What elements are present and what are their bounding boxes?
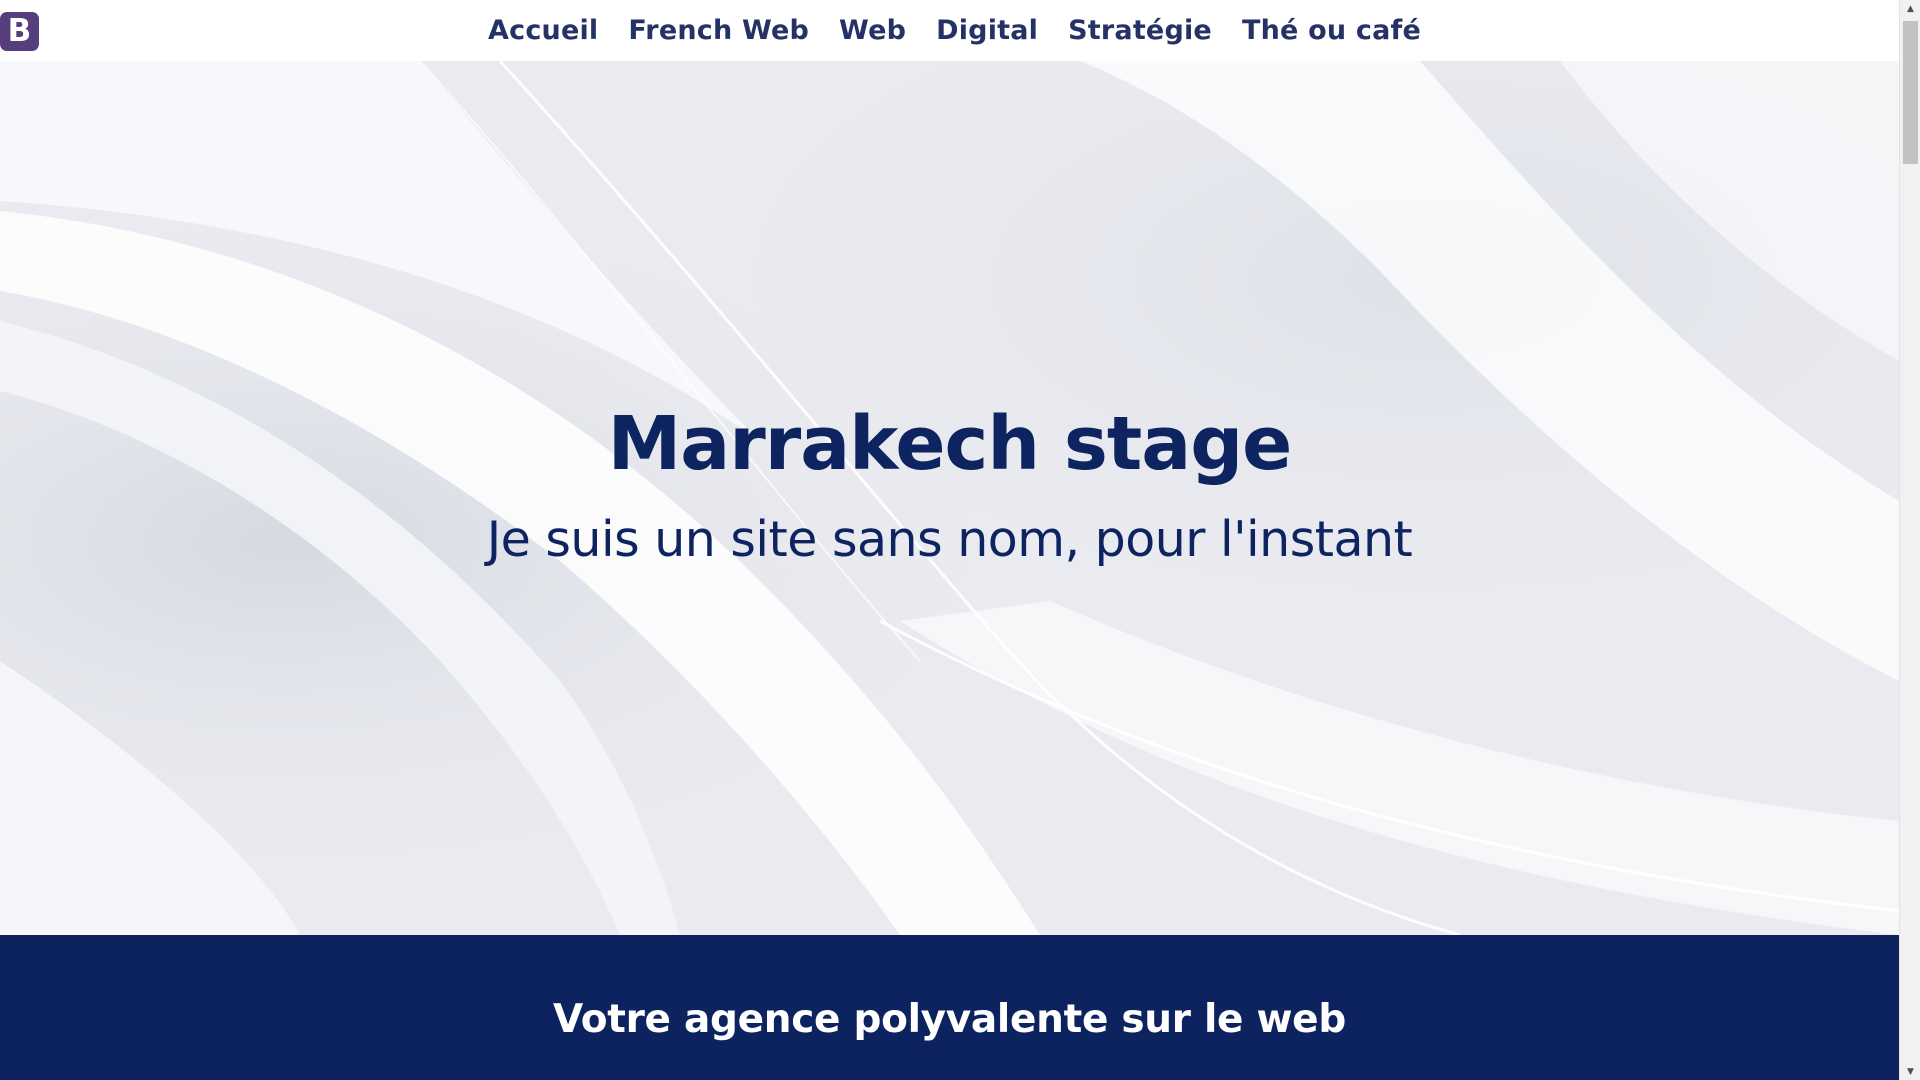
scroll-down-icon[interactable]: ▼ <box>1900 1063 1920 1080</box>
agency-section: Votre agence polyvalente sur le web <box>0 935 1899 1080</box>
scrollbar-thumb[interactable] <box>1903 21 1918 164</box>
vertical-scrollbar[interactable]: ▲ ▼ <box>1899 0 1920 1080</box>
page-viewport: B Accueil French Web Web Digital Stratég… <box>0 0 1899 1080</box>
hero-subtitle: Je suis un site sans nom, pour l'instant <box>486 511 1413 568</box>
hero-section: Marrakech stage Je suis un site sans nom… <box>0 61 1899 935</box>
navbar: B Accueil French Web Web Digital Stratég… <box>0 0 1899 61</box>
scroll-up-icon[interactable]: ▲ <box>1900 0 1920 17</box>
nav-item-the-ou-cafe[interactable]: Thé ou café <box>1227 15 1436 46</box>
nav-item-accueil[interactable]: Accueil <box>473 15 613 46</box>
nav-item-web[interactable]: Web <box>824 15 921 46</box>
nav-item-french-web[interactable]: French Web <box>613 15 824 46</box>
hero-title: Marrakech stage <box>607 401 1293 487</box>
main-nav: Accueil French Web Web Digital Stratégie… <box>0 0 1899 61</box>
nav-item-digital[interactable]: Digital <box>921 15 1053 46</box>
nav-item-strategie[interactable]: Stratégie <box>1053 15 1227 46</box>
section-title: Votre agence polyvalente sur le web <box>553 997 1346 1042</box>
hero-background-waves <box>0 61 1899 935</box>
